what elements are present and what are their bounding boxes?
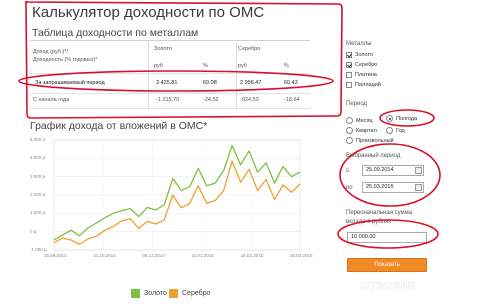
y-tick-label: 1 000 р. xyxy=(30,210,47,216)
y-tick-label: 2 000 р. xyxy=(30,192,47,197)
y-tick-label: 4 000 р. xyxy=(30,155,47,161)
highlight-overlay xyxy=(18,0,441,249)
highlight-ellipse xyxy=(339,143,441,207)
y-tick-label: -1 000 р. xyxy=(30,247,48,252)
y-tick-label: 5 000 р. xyxy=(30,137,47,142)
x-tick-label: 31.10.2014 xyxy=(93,253,116,258)
highlight-ellipse xyxy=(337,219,439,249)
x-tick-label: 25.03.2015 xyxy=(290,253,313,258)
x-tick-label: 25.09.2014 xyxy=(44,253,67,258)
y-tick-label: 0 р. xyxy=(30,228,38,234)
x-tick-label: 06.12.2014 xyxy=(142,253,165,258)
highlight-ellipse xyxy=(18,70,334,92)
y-tick-label: 3 000 р. xyxy=(30,173,47,179)
x-tick-label: 16.02.2015 xyxy=(240,253,264,258)
highlight-rectangle xyxy=(24,0,343,119)
highlight-ellipse xyxy=(379,109,435,127)
x-tick-label: 11.01.2015 xyxy=(191,253,214,258)
